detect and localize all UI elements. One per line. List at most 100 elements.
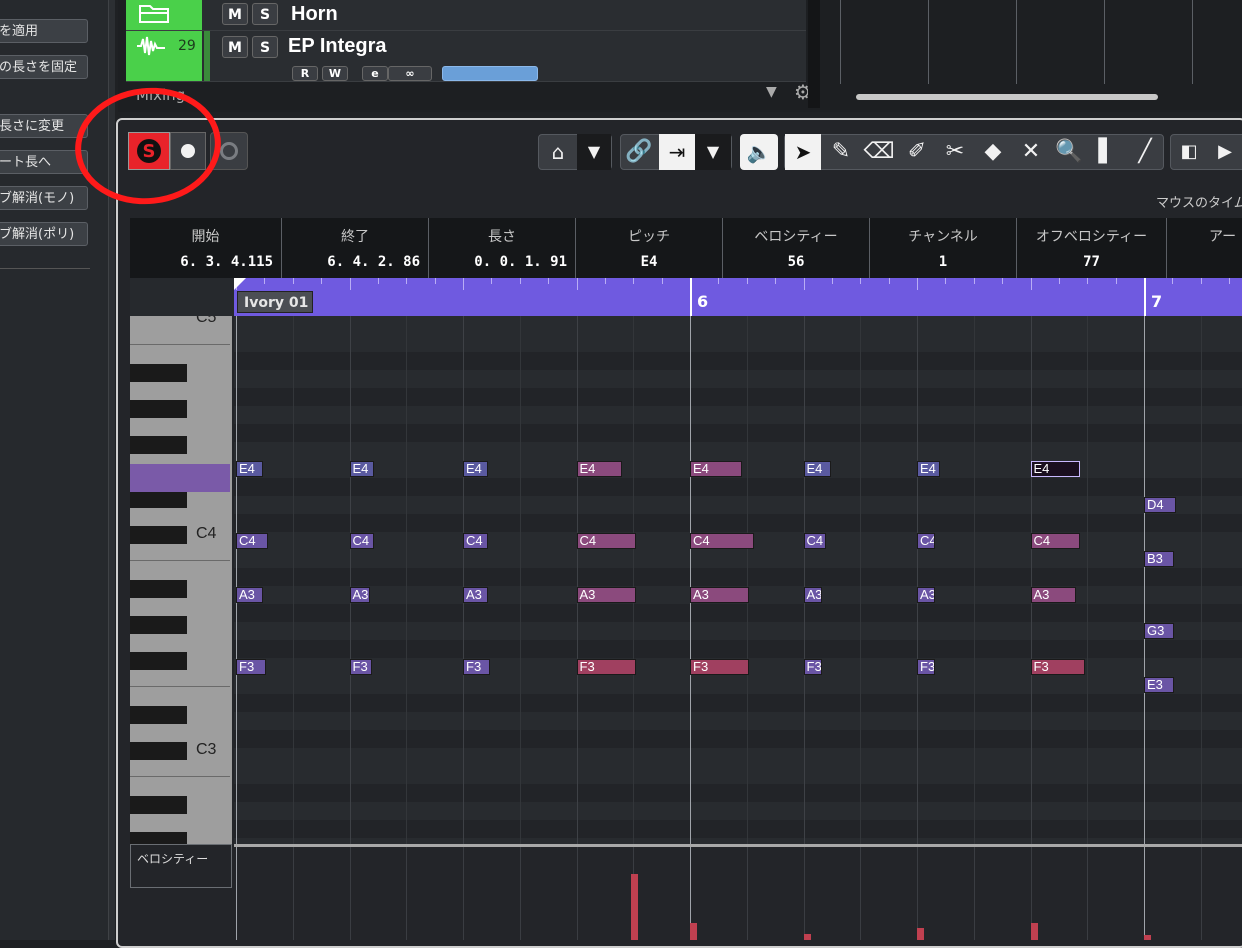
midi-note-e4[interactable]: E4: [463, 461, 488, 477]
mute-button-ep[interactable]: M: [222, 36, 248, 58]
link-icon[interactable]: 🔗: [621, 134, 657, 170]
horizontal-scrollbar[interactable]: [856, 94, 1158, 100]
midi-note-f3[interactable]: F3: [690, 659, 750, 675]
zoom-icon[interactable]: 🔍: [1051, 134, 1087, 170]
midi-note-a3[interactable]: A3: [236, 587, 264, 603]
nav-next-icon[interactable]: ▶: [1207, 134, 1242, 170]
info-articulation[interactable]: アー: [1167, 218, 1242, 278]
black-key[interactable]: [130, 706, 187, 724]
black-key[interactable]: [130, 400, 187, 418]
snap-icon[interactable]: ⇥: [659, 134, 695, 170]
midi-note-a3[interactable]: A3: [917, 587, 936, 603]
track-row-horn[interactable]: M S Horn: [126, 0, 806, 31]
pointer-icon[interactable]: ➤: [785, 134, 821, 170]
info-velocity[interactable]: ベロシティー 56: [723, 218, 870, 278]
black-key[interactable]: [130, 742, 187, 760]
inspector-button-5[interactable]: ブ解消(モノ): [0, 186, 88, 210]
midi-note-c4[interactable]: C4: [917, 533, 936, 549]
midi-note-c4[interactable]: C4: [236, 533, 268, 549]
track-list-splitter[interactable]: [808, 0, 820, 108]
glue-icon[interactable]: ◆: [975, 134, 1011, 170]
inspector-button-2[interactable]: の長さを固定: [0, 55, 88, 79]
info-channel[interactable]: チャンネル 1: [870, 218, 1017, 278]
piano-keyboard[interactable]: C5 C4 C3: [130, 316, 232, 844]
velocity-bar[interactable]: [1144, 935, 1151, 940]
velocity-bar[interactable]: [690, 923, 697, 940]
part-name-label[interactable]: Ivory 01: [237, 291, 313, 313]
inspector-button-3[interactable]: 長さに変更: [0, 114, 88, 138]
midi-note-c4[interactable]: C4: [463, 533, 488, 549]
pencil-icon[interactable]: ✎: [823, 134, 859, 170]
snap-dropdown-icon[interactable]: ▼: [695, 134, 731, 170]
read-button[interactable]: R: [292, 66, 318, 81]
midi-note-f3[interactable]: F3: [917, 659, 936, 675]
track-name-horn[interactable]: Horn: [291, 3, 338, 26]
info-pitch[interactable]: ピッチ E4: [576, 218, 723, 278]
midi-note-e4[interactable]: E4: [236, 461, 264, 477]
velocity-lane[interactable]: [234, 844, 1242, 940]
midi-note-e4[interactable]: E4: [1030, 461, 1081, 477]
solo-button-horn[interactable]: S: [252, 3, 278, 25]
link-button[interactable]: ∞: [388, 66, 432, 81]
midi-note-e4[interactable]: E4: [576, 461, 622, 477]
eraser-icon[interactable]: ⌫: [861, 134, 897, 170]
edit-instrument-button[interactable]: e: [362, 66, 388, 81]
mute-tool-icon[interactable]: ✕: [1013, 134, 1049, 170]
note-grid[interactable]: E4 E4 E4 E4 E4 E4 E4 E4 D4 C4 C4 C4 C4 C4 C4 C4 C4 B3 A3 A3…: [234, 316, 1242, 844]
velocity-bar[interactable]: [630, 873, 638, 940]
midi-note-a3[interactable]: A3: [349, 587, 370, 603]
mute-button-horn[interactable]: M: [222, 3, 248, 25]
nav-prev-icon[interactable]: ◧: [1171, 134, 1207, 170]
midi-note-f3[interactable]: F3: [576, 659, 636, 675]
midi-note-e4[interactable]: E4: [917, 461, 940, 477]
midi-note-c4[interactable]: C4: [1030, 533, 1081, 549]
black-key[interactable]: [130, 616, 187, 634]
info-start[interactable]: 開始 6. 3. 4.115: [130, 218, 282, 278]
midi-note-e4[interactable]: E4: [690, 461, 743, 477]
write-button[interactable]: W: [322, 66, 348, 81]
midi-note-e3[interactable]: E3: [1144, 677, 1174, 693]
midi-note-e4[interactable]: E4: [803, 461, 831, 477]
channel-settings-buttons[interactable]: [442, 66, 538, 81]
inspector-button-6[interactable]: ブ解消(ポリ): [0, 222, 88, 246]
acoustic-button[interactable]: 🔈: [740, 134, 778, 170]
track-list-dropdown-icon[interactable]: ▼: [766, 84, 777, 100]
velocity-bar[interactable]: [1030, 923, 1038, 940]
black-key[interactable]: [130, 832, 187, 844]
midi-note-c4[interactable]: C4: [349, 533, 375, 549]
inspector-button-1[interactable]: を適用: [0, 19, 88, 43]
track-name-ep[interactable]: EP Integra: [288, 35, 387, 58]
velocity-lane-header[interactable]: ベロシティー: [130, 844, 232, 888]
draw-tool-icon[interactable]: ╱: [1127, 134, 1163, 170]
midi-note-a3[interactable]: A3: [803, 587, 822, 603]
midi-note-f3[interactable]: F3: [236, 659, 266, 675]
midi-note-f3[interactable]: F3: [463, 659, 491, 675]
midi-note-e4[interactable]: E4: [349, 461, 375, 477]
midi-note-d4[interactable]: D4: [1144, 497, 1176, 513]
midi-note-a3[interactable]: A3: [463, 587, 488, 603]
line-tool-icon[interactable]: ▌: [1089, 134, 1125, 170]
chevron-down-icon[interactable]: ▼: [577, 134, 611, 170]
midi-note-c4[interactable]: C4: [803, 533, 827, 549]
midi-note-a3[interactable]: A3: [576, 587, 636, 603]
midi-note-f3[interactable]: F3: [349, 659, 373, 675]
midi-note-f3[interactable]: F3: [1030, 659, 1085, 675]
midi-note-c4[interactable]: C4: [690, 533, 754, 549]
velocity-bar[interactable]: [803, 934, 811, 940]
home-icon[interactable]: ⌂: [540, 134, 576, 170]
ruler[interactable]: Ivory 01 6 7: [234, 278, 1242, 316]
midi-note-a3[interactable]: A3: [1030, 587, 1076, 603]
info-off-velocity[interactable]: オフベロシティー 77: [1017, 218, 1167, 278]
midi-note-b3[interactable]: B3: [1144, 551, 1174, 567]
black-key[interactable]: [130, 526, 187, 544]
midi-note-f3[interactable]: F3: [803, 659, 822, 675]
track-row-ep-integra[interactable]: 29 M S EP Integra R W e ∞: [126, 31, 806, 82]
midi-note-c4[interactable]: C4: [576, 533, 636, 549]
info-end[interactable]: 終了 6. 4. 2. 86: [282, 218, 429, 278]
midi-note-a3[interactable]: A3: [690, 587, 750, 603]
midi-note-g3[interactable]: G3: [1144, 623, 1174, 639]
solo-button-ep[interactable]: S: [252, 36, 278, 58]
info-length[interactable]: 長さ 0. 0. 1. 91: [429, 218, 576, 278]
black-key[interactable]: [130, 796, 187, 814]
black-key[interactable]: [130, 490, 187, 508]
